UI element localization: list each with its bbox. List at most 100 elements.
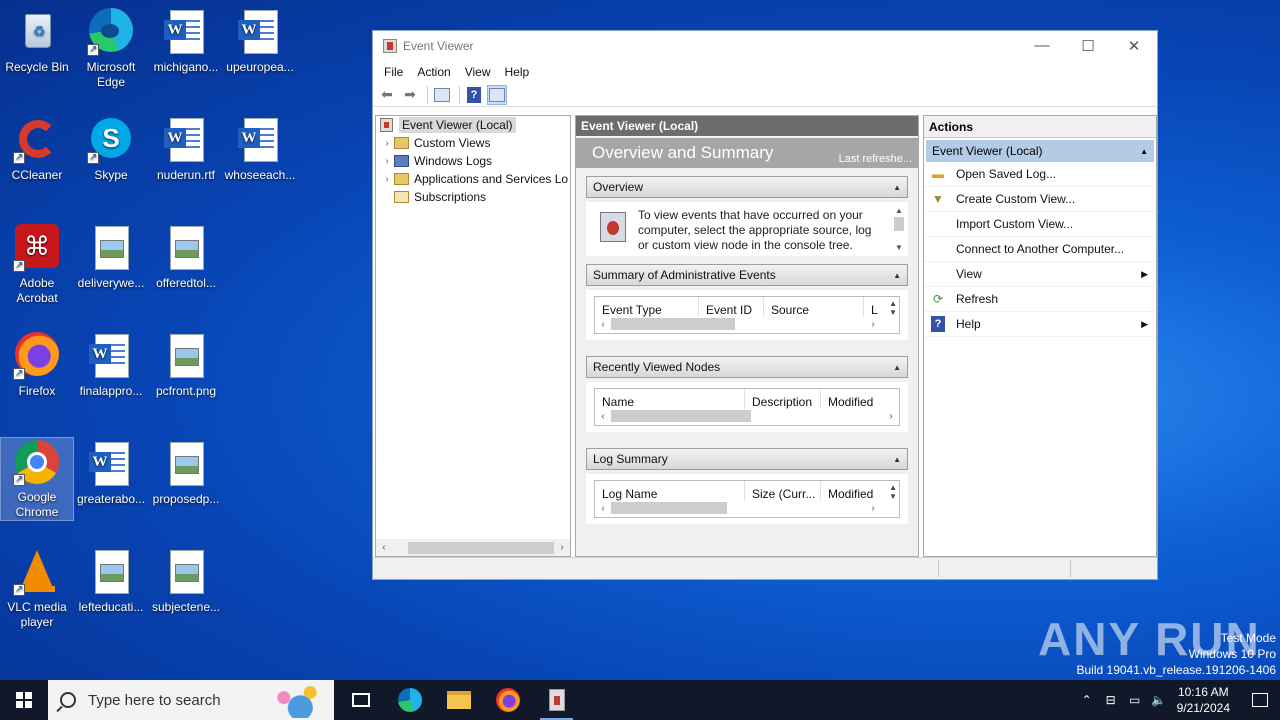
- taskbar-file-explorer[interactable]: [434, 680, 483, 720]
- grid-horizontal-scrollbar[interactable]: ‹ ›: [595, 409, 899, 423]
- close-button[interactable]: ✕: [1111, 37, 1157, 55]
- menu-file[interactable]: File: [377, 65, 410, 79]
- scroll-right-arrow-icon[interactable]: ›: [865, 503, 881, 514]
- scroll-left-arrow-icon[interactable]: ‹: [595, 503, 611, 514]
- collapse-caret-icon[interactable]: ▲: [893, 455, 901, 464]
- network-drive-icon[interactable]: ⊟: [1099, 693, 1123, 707]
- forward-arrow-icon[interactable]: ➡: [400, 85, 420, 105]
- column-header-size[interactable]: Size (Curr...: [745, 481, 821, 501]
- desktop-icon-pcfront[interactable]: pcfront.png: [150, 332, 222, 399]
- taskbar-search-box[interactable]: Type here to search: [48, 680, 334, 720]
- minimize-button[interactable]: —: [1019, 37, 1065, 55]
- start-button[interactable]: [0, 680, 48, 720]
- grid-horizontal-scrollbar[interactable]: ‹ ›: [595, 501, 881, 515]
- column-header-event-type[interactable]: Event Type: [595, 297, 699, 317]
- collapse-caret-icon[interactable]: ▲: [1140, 147, 1148, 156]
- scroll-right-arrow-icon[interactable]: ›: [883, 411, 899, 422]
- log-summary-section-header[interactable]: Log Summary ▲: [586, 448, 908, 470]
- collapse-caret-icon[interactable]: ▲: [893, 271, 901, 280]
- desktop-icon-recycle-bin[interactable]: ♻ Recycle Bin: [1, 8, 73, 75]
- column-header-name[interactable]: Name: [595, 389, 745, 409]
- scroll-down-arrow-icon[interactable]: ▼: [895, 243, 903, 252]
- tree-item-root[interactable]: Event Viewer (Local): [376, 116, 570, 134]
- desktop-icon-upeuropea[interactable]: W upeuropea...: [224, 8, 296, 75]
- desktop-icon-finalappro[interactable]: W finalappro...: [75, 332, 147, 399]
- volume-icon[interactable]: 🔈: [1147, 693, 1171, 707]
- desktop-icon-firefox[interactable]: Firefox: [1, 332, 73, 399]
- scrollbar-thumb[interactable]: [611, 410, 751, 422]
- action-connect-another-computer[interactable]: Connect to Another Computer...: [924, 237, 1156, 262]
- scrollbar-thumb[interactable]: [407, 541, 555, 554]
- desktop-icon-lefteducati[interactable]: lefteducati...: [75, 548, 147, 615]
- action-import-custom-view[interactable]: Import Custom View...: [924, 212, 1156, 237]
- tree-item-subscriptions[interactable]: Subscriptions: [376, 188, 570, 206]
- expand-chevron-icon[interactable]: ›: [380, 156, 394, 167]
- action-help[interactable]: ? Help ▶: [924, 312, 1156, 337]
- expand-chevron-icon[interactable]: ›: [380, 138, 394, 149]
- maximize-button[interactable]: ☐: [1065, 37, 1111, 55]
- desktop-icon-subjectene[interactable]: subjectene...: [150, 548, 222, 615]
- desktop-icon-edge[interactable]: Microsoft Edge: [75, 8, 147, 90]
- grid-vertical-scroll-arrows[interactable]: ▲ ▼: [889, 299, 897, 317]
- notification-center-button[interactable]: [1240, 680, 1280, 720]
- column-header-source[interactable]: Source: [764, 297, 864, 317]
- desktop-icon-vlc[interactable]: VLC media player: [1, 548, 73, 630]
- action-create-custom-view[interactable]: ▼ Create Custom View...: [924, 187, 1156, 212]
- action-view[interactable]: View ▶: [924, 262, 1156, 287]
- scrollbar-thumb[interactable]: [611, 502, 727, 514]
- show-hide-action-pane-icon[interactable]: [487, 84, 507, 105]
- tree-horizontal-scrollbar[interactable]: ‹ ›: [376, 539, 570, 556]
- overview-vertical-scrollbar[interactable]: ▲ ▼: [894, 206, 904, 252]
- column-header-event-id[interactable]: Event ID: [699, 297, 764, 317]
- desktop-icon-google-chrome[interactable]: Google Chrome: [0, 437, 74, 521]
- grid-vertical-scroll-arrows[interactable]: ▲ ▼: [889, 483, 897, 501]
- menu-view[interactable]: View: [458, 65, 498, 79]
- title-bar[interactable]: Event Viewer — ☐ ✕: [373, 31, 1157, 61]
- clock[interactable]: 10:16 AM 9/21/2024: [1177, 684, 1230, 716]
- overview-section-header[interactable]: Overview ▲: [586, 176, 908, 198]
- column-header-modified[interactable]: Modified: [821, 481, 877, 501]
- action-open-saved-log[interactable]: ▬ Open Saved Log...: [924, 162, 1156, 187]
- column-header-modified[interactable]: Modified: [821, 389, 891, 409]
- desktop-icon-skype[interactable]: S Skype: [75, 116, 147, 183]
- taskbar-edge[interactable]: [385, 680, 434, 720]
- recently-viewed-section-header[interactable]: Recently Viewed Nodes ▲: [586, 356, 908, 378]
- grid-horizontal-scrollbar[interactable]: ‹ ›: [595, 317, 881, 331]
- column-header-description[interactable]: Description: [745, 389, 821, 409]
- desktop-icon-offeredtol[interactable]: offeredtol...: [150, 224, 222, 291]
- desktop-icon-deliverywe[interactable]: deliverywe...: [75, 224, 147, 291]
- desktop-icon-proposedp[interactable]: proposedp...: [150, 440, 222, 507]
- menu-action[interactable]: Action: [410, 65, 457, 79]
- expand-chevron-icon[interactable]: ›: [380, 174, 394, 185]
- actions-group-header[interactable]: Event Viewer (Local) ▲: [926, 140, 1154, 162]
- scroll-left-arrow-icon[interactable]: ‹: [376, 542, 392, 553]
- tree-item-windows-logs[interactable]: › Windows Logs: [376, 152, 570, 170]
- scroll-up-arrow-icon[interactable]: ▲: [895, 206, 903, 215]
- task-view-button[interactable]: [336, 680, 385, 720]
- scroll-right-arrow-icon[interactable]: ›: [554, 542, 570, 553]
- admin-events-section-header[interactable]: Summary of Administrative Events ▲: [586, 264, 908, 286]
- show-hidden-icons-chevron-icon[interactable]: ⌃: [1075, 693, 1099, 707]
- collapse-caret-icon[interactable]: ▲: [893, 183, 901, 192]
- tree-item-custom-views[interactable]: › Custom Views: [376, 134, 570, 152]
- back-arrow-icon[interactable]: ⬅: [377, 85, 397, 105]
- scrollbar-thumb[interactable]: [894, 217, 904, 231]
- desktop-icon-greaterabo[interactable]: W greaterabo...: [75, 440, 147, 507]
- taskbar-event-viewer[interactable]: [532, 680, 581, 720]
- scroll-left-arrow-icon[interactable]: ‹: [595, 319, 611, 330]
- desktop-icon-ccleaner[interactable]: CCleaner: [1, 116, 73, 183]
- action-refresh[interactable]: ⟳ Refresh: [924, 287, 1156, 312]
- column-header-log[interactable]: L: [864, 297, 880, 317]
- show-hide-console-tree-icon[interactable]: [432, 85, 452, 105]
- desktop-icon-nuderun[interactable]: W nuderun.rtf: [150, 116, 222, 183]
- desktop-icon-adobe-acrobat[interactable]: ⌘ Adobe Acrobat: [1, 224, 73, 306]
- taskbar-firefox[interactable]: [483, 680, 532, 720]
- scroll-left-arrow-icon[interactable]: ‹: [595, 411, 611, 422]
- tree-item-applications-services[interactable]: › Applications and Services Lo: [376, 170, 570, 188]
- help-icon[interactable]: ?: [464, 85, 484, 105]
- scrollbar-thumb[interactable]: [611, 318, 735, 330]
- desktop-icon-michigano[interactable]: W michigano...: [150, 8, 222, 75]
- menu-help[interactable]: Help: [498, 65, 537, 79]
- scroll-right-arrow-icon[interactable]: ›: [865, 319, 881, 330]
- network-icon[interactable]: ▭: [1123, 693, 1147, 707]
